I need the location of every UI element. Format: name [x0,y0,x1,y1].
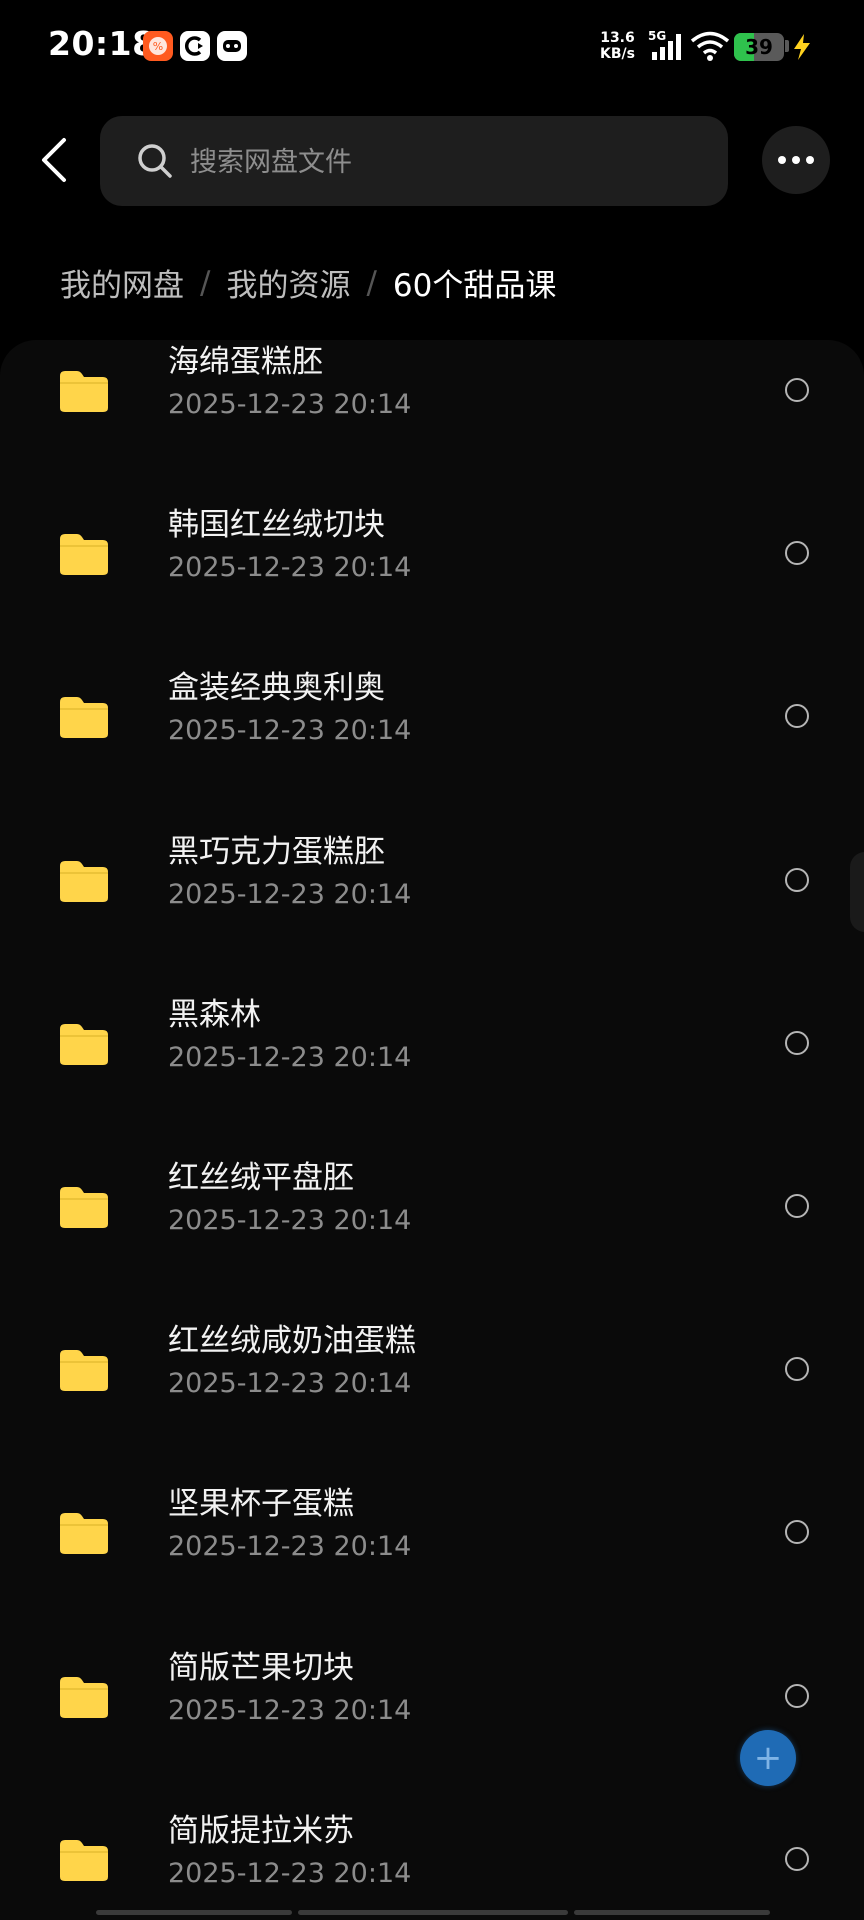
folder-icon [58,368,110,414]
list-item[interactable]: 黑巧克力蛋糕胚 2025-12-23 20:14 [0,798,864,961]
file-name: 坚果杯子蛋糕 [168,1486,354,1523]
notification-c-icon [180,31,210,61]
network-speed-unit: KB/s [600,46,635,62]
status-time: 20:18 [48,24,156,63]
file-name: 简版芒果切块 [168,1649,354,1686]
file-date: 2025-12-23 20:14 [168,552,412,584]
notification-app-icon: % [143,31,173,61]
file-browser-screen: 20:18 % 13.6 KB/s 5G 39 搜索网盘文件 我的网盘 / 我的… [0,0,864,1920]
folder-icon [58,1837,110,1883]
status-bar: 20:18 % 13.6 KB/s 5G 39 [0,0,864,96]
search-icon [138,144,172,178]
folder-icon [58,1510,110,1556]
list-item[interactable]: 红丝绒咸奶油蛋糕 2025-12-23 20:14 [0,1287,864,1450]
file-date: 2025-12-23 20:14 [168,1857,412,1889]
charging-bolt-icon [794,34,810,60]
file-list-panel: 海绵蛋糕胚 2025-12-23 20:14 韩国红丝绒切块 2025-12-23 2… [0,340,864,1920]
breadcrumb: 我的网盘 / 我的资源 / 60个甜品课 [60,260,556,305]
file-date: 2025-12-23 20:14 [168,1204,412,1236]
select-radio[interactable] [785,704,809,729]
more-dots-icon [778,156,786,164]
more-options-button[interactable] [762,126,830,194]
file-name: 海绵蛋糕胚 [168,344,323,380]
select-radio[interactable] [785,1846,809,1871]
list-item[interactable]: 海绵蛋糕胚 2025-12-23 20:14 [0,340,864,471]
file-date: 2025-12-23 20:14 [168,389,412,420]
breadcrumb-middle[interactable]: 我的资源 [226,260,350,305]
file-name: 韩国红丝绒切块 [168,507,385,544]
folder-icon [58,858,110,904]
search-input[interactable] [188,116,692,208]
breadcrumb-separator: / [366,264,377,301]
breadcrumb-current: 60个甜品课 [392,268,557,304]
list-item[interactable]: 红丝绒平盘胚 2025-12-23 20:14 [0,1124,864,1287]
file-list: 海绵蛋糕胚 2025-12-23 20:14 韩国红丝绒切块 2025-12-23 2… [0,340,864,1920]
list-item[interactable]: 盒装经典奥利奥 2025-12-23 20:14 [0,634,864,797]
file-name: 红丝绒咸奶油蛋糕 [168,1323,416,1360]
list-item[interactable]: 黑森林 2025-12-23 20:14 [0,961,864,1124]
file-date: 2025-12-23 20:14 [168,1694,412,1726]
side-drawer-handle[interactable] [850,852,864,932]
breadcrumb-root[interactable]: 我的网盘 [60,260,184,305]
file-name: 盒装经典奥利奥 [168,670,385,707]
add-button[interactable]: + [740,1730,796,1786]
plus-icon: + [753,1738,783,1778]
battery-tip [785,40,789,52]
folder-icon [58,1184,110,1230]
bottom-scroll-indicator [96,1910,770,1915]
file-date: 2025-12-23 20:14 [168,1531,412,1563]
cellular-signal-icon [652,34,681,60]
file-name: 红丝绒平盘胚 [168,1159,354,1196]
notification-game-icon [217,31,247,61]
select-radio[interactable] [785,1030,809,1055]
file-date: 2025-12-23 20:14 [168,1041,412,1073]
back-button[interactable] [32,136,76,184]
folder-icon [58,1021,110,1067]
more-dots-icon [806,156,814,164]
folder-icon [58,694,110,740]
file-name: 简版提拉米苏 [168,1812,354,1849]
scroll-segment [96,1910,292,1915]
file-date: 2025-12-23 20:14 [168,878,412,910]
network-speed: 13.6 KB/s [600,30,635,62]
battery-level: 39 [745,35,773,59]
file-name: 黑巧克力蛋糕胚 [168,833,385,870]
file-name: 黑森林 [168,996,261,1033]
svg-text:%: % [153,40,163,53]
breadcrumb-separator: / [200,264,211,301]
folder-icon [58,1347,110,1393]
select-radio[interactable] [785,867,809,892]
select-radio[interactable] [785,1193,809,1218]
file-date: 2025-12-23 20:14 [168,715,412,747]
file-date: 2025-12-23 20:14 [168,1368,412,1400]
list-item[interactable]: 韩国红丝绒切块 2025-12-23 20:14 [0,471,864,634]
more-dots-icon [792,156,800,164]
folder-icon [58,1674,110,1720]
list-item[interactable]: 坚果杯子蛋糕 2025-12-23 20:14 [0,1450,864,1613]
select-radio[interactable] [785,1520,809,1545]
chevron-left-icon [42,138,66,182]
scroll-segment [298,1910,568,1915]
wifi-icon [690,31,730,61]
list-item[interactable]: 简版提拉米苏 2025-12-23 20:14 [0,1777,864,1920]
select-radio[interactable] [785,541,809,566]
select-radio[interactable] [785,1683,809,1708]
battery-indicator: 39 [734,33,784,61]
select-radio[interactable] [785,1357,809,1382]
select-radio[interactable] [785,378,809,402]
search-bar[interactable] [100,116,728,208]
scroll-segment [574,1910,770,1915]
list-item[interactable]: 简版芒果切块 2025-12-23 20:14 [0,1614,864,1777]
network-speed-value: 13.6 [600,30,635,46]
folder-icon [58,531,110,577]
